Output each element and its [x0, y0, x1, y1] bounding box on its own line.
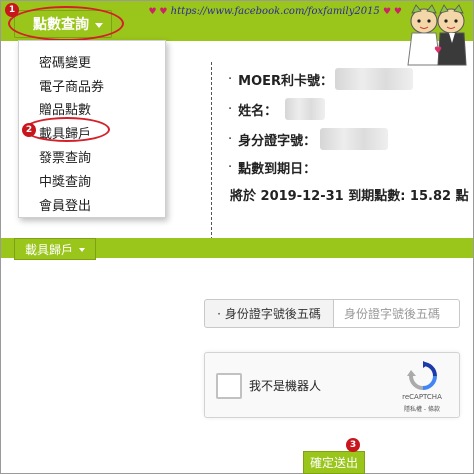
card-number-label: MOER利卡號：	[238, 73, 334, 89]
name-label: 姓名：	[238, 103, 278, 119]
watermark-text: https://www.facebook.com/foxfamily2015	[170, 6, 380, 17]
highlight-circle-carrier	[24, 117, 110, 142]
watermark: ♥ ♥ https://www.facebook.com/foxfamily20…	[148, 6, 402, 17]
recaptcha-brand: reCAPTCHA	[402, 393, 442, 401]
points-expiry-note: 將於 2019-12-31 到期點數: 15.82 點	[230, 189, 469, 204]
confirm-submit-button[interactable]: 確定送出	[303, 451, 365, 474]
bullet: ·	[228, 131, 233, 147]
step-badge-3: 3	[346, 438, 360, 452]
bullet: ·	[228, 160, 233, 175]
menu-item-logout[interactable]: 會員登出	[39, 195, 91, 214]
step-badge-1: 1	[5, 3, 19, 17]
expiry-date-row: · 點數到期日：	[228, 158, 316, 177]
redacted-name	[285, 98, 326, 120]
recaptcha-logo-icon	[407, 361, 437, 390]
step-badge-2: 2	[22, 123, 36, 137]
highlight-circle-menu	[8, 6, 124, 41]
divider	[211, 62, 212, 240]
recaptcha-widget: 我不是機器人 reCAPTCHA 隱私權 - 條款	[204, 352, 460, 418]
card-number-row: · MOER利卡號：	[228, 68, 414, 90]
menu-item-invoice-query[interactable]: 發票查詢	[39, 147, 91, 166]
recaptcha-checkbox[interactable]	[216, 373, 242, 399]
svg-text:♥: ♥	[434, 46, 442, 56]
addon-bullet: ·	[217, 306, 221, 321]
recaptcha-label: 我不是機器人	[249, 379, 322, 393]
recaptcha-privacy-terms-link[interactable]: 隱私權 - 條款	[389, 404, 455, 413]
fox-mascots-icon: ♥	[407, 4, 467, 66]
carrier-binding-button[interactable]: 載具歸戶	[14, 238, 97, 260]
name-row: · 姓名：	[228, 98, 326, 120]
redacted-id-number	[320, 128, 389, 150]
menu-item-prize-query[interactable]: 中獎查詢	[39, 171, 91, 190]
menu-item-e-voucher[interactable]: 電子商品券	[39, 76, 104, 95]
id-suffix-addon: · 身份證字號後五碼	[204, 299, 334, 328]
id-suffix-input[interactable]	[334, 299, 460, 328]
hearts-icon: ♥ ♥	[148, 7, 168, 17]
hearts-icon: ♥ ♥	[383, 7, 402, 17]
menu-item-gift-points[interactable]: 贈品點數	[39, 99, 91, 118]
addon-label: 身份證字號後五碼	[224, 307, 321, 321]
expiry-date-label: 點數到期日：	[238, 162, 317, 177]
id-number-row: · 身分證字號：	[228, 128, 389, 150]
menu-item-change-password[interactable]: 密碼變更	[39, 52, 91, 71]
redacted-card-number	[335, 68, 414, 90]
bullet: ·	[228, 101, 233, 117]
caret-down-icon	[79, 248, 86, 252]
id-number-label: 身分證字號：	[238, 133, 317, 149]
bullet: ·	[228, 71, 233, 87]
section-button-label: 載具歸戶	[25, 242, 74, 257]
